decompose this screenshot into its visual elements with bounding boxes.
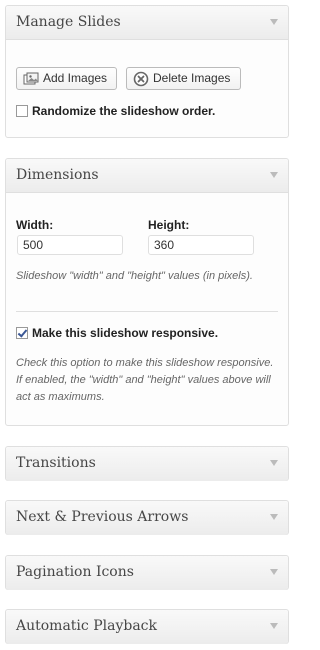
- dimensions-title: Dimensions: [16, 167, 99, 183]
- triangle-down-icon[interactable]: [270, 569, 278, 575]
- responsive-label: Make this slideshow responsive.: [32, 326, 219, 340]
- transitions-header[interactable]: Transitions: [6, 447, 288, 481]
- manage-slides-header[interactable]: Manage Slides: [6, 6, 288, 40]
- triangle-down-icon[interactable]: [270, 623, 278, 629]
- height-input[interactable]: 360: [148, 235, 254, 255]
- pagination-icons-title: Pagination Icons: [16, 564, 134, 580]
- arrows-panel[interactable]: Next & Previous Arrows: [5, 500, 289, 535]
- pagination-icons-panel[interactable]: Pagination Icons: [5, 555, 289, 590]
- triangle-down-icon[interactable]: [270, 460, 278, 466]
- responsive-description: Check this option to make this slideshow…: [16, 357, 274, 403]
- automatic-playback-header[interactable]: Automatic Playback: [6, 610, 288, 644]
- manage-slides-title: Manage Slides: [16, 14, 121, 30]
- automatic-playback-title: Automatic Playback: [16, 618, 157, 634]
- manage-slides-panel: Manage Slides Add Images Delete Images R…: [5, 5, 289, 138]
- images-icon: [23, 72, 39, 85]
- dimensions-header[interactable]: Dimensions: [6, 159, 288, 193]
- randomize-label: Randomize the slideshow order.: [32, 104, 216, 118]
- transitions-panel[interactable]: Transitions: [5, 446, 289, 481]
- divider: [16, 311, 278, 312]
- triangle-down-icon[interactable]: [270, 19, 278, 25]
- width-label: Width:: [16, 218, 54, 232]
- arrows-header[interactable]: Next & Previous Arrows: [6, 501, 288, 535]
- add-images-button[interactable]: Add Images: [16, 67, 117, 90]
- transitions-title: Transitions: [16, 455, 96, 471]
- responsive-row: Make this slideshow responsive.: [16, 326, 218, 340]
- randomize-row: Randomize the slideshow order.: [16, 104, 215, 118]
- delete-images-button[interactable]: Delete Images: [126, 67, 241, 90]
- triangle-down-icon[interactable]: [270, 514, 278, 520]
- size-description: Slideshow "width" and "height" values (i…: [16, 270, 253, 282]
- pagination-icons-header[interactable]: Pagination Icons: [6, 556, 288, 590]
- arrows-title: Next & Previous Arrows: [16, 509, 189, 525]
- width-input[interactable]: 500: [17, 235, 123, 255]
- responsive-checkbox[interactable]: [16, 327, 28, 339]
- delete-images-label: Delete Images: [153, 71, 231, 85]
- randomize-checkbox[interactable]: [16, 105, 28, 117]
- height-label: Height:: [148, 218, 190, 232]
- triangle-down-icon[interactable]: [270, 172, 278, 178]
- dimensions-panel: Dimensions Width: Height: 500 360 Slides…: [5, 158, 289, 426]
- automatic-playback-panel[interactable]: Automatic Playback: [5, 609, 289, 644]
- add-images-label: Add Images: [43, 71, 108, 85]
- circle-x-icon: [133, 71, 149, 87]
